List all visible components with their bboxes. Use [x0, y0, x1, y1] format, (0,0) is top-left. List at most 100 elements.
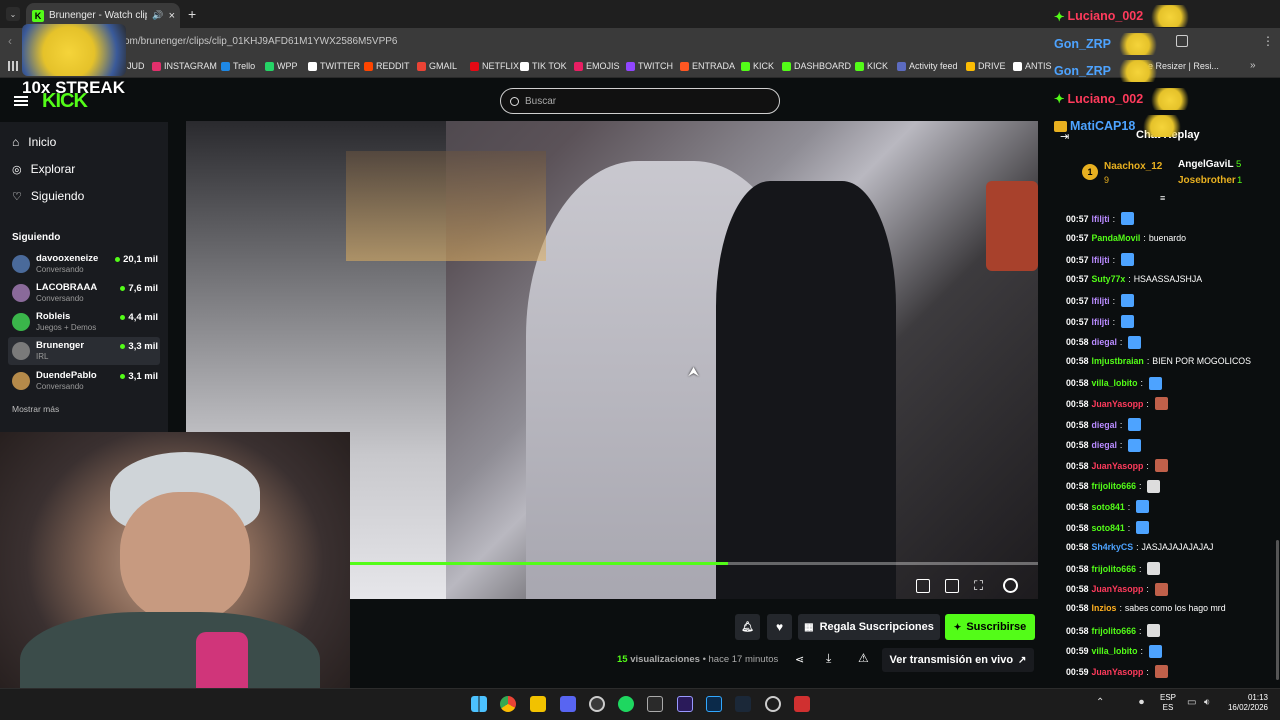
bookmark-item[interactable]: Activity feed [897, 61, 958, 71]
bookmark-item[interactable]: REDDIT [364, 61, 410, 71]
leader-2-name[interactable]: AngelGaviL [1178, 159, 1234, 170]
chat-username[interactable]: JuanYasopp [1092, 667, 1144, 677]
speaker-icon[interactable]: 🔊 [152, 10, 163, 21]
new-tab-button[interactable]: + [188, 6, 196, 22]
bookmarks-overflow-icon[interactable]: » [1250, 60, 1256, 71]
chat-username[interactable]: diegal [1092, 420, 1117, 430]
bookmark-item[interactable]: GMAIL [417, 61, 457, 71]
bookmark-item[interactable]: Trello [221, 61, 255, 71]
chat-username[interactable]: Inzios [1092, 603, 1117, 613]
gift-subs-button[interactable]: ▦ Regala Suscripciones [798, 614, 940, 640]
clip-progress-bar[interactable] [350, 562, 1038, 565]
followed-channel[interactable]: Brunenger IRL 3,3 mil [8, 337, 160, 365]
chat-message: 00:58 soto841: [1066, 521, 1150, 534]
discord-icon[interactable] [560, 696, 576, 712]
volume-icon[interactable]: 🔉︎ [1204, 697, 1210, 708]
chat-username[interactable]: diegal [1092, 337, 1117, 347]
tray-chevron-icon[interactable]: ⌃ [1096, 697, 1104, 708]
obs-icon[interactable] [589, 696, 605, 712]
chat-username[interactable]: soto841 [1092, 502, 1125, 512]
chat-username[interactable]: lfiljti [1092, 317, 1110, 327]
chat-username[interactable]: villa_lobito [1092, 646, 1138, 656]
settings-icon[interactable] [1003, 578, 1018, 593]
fullscreen-icon[interactable]: ⛶ [974, 578, 983, 594]
nav-siguiendo[interactable]: ♡ Siguiendo [12, 189, 84, 203]
followed-channel[interactable]: Robleis Juegos + Demos 4,4 mil [8, 308, 160, 336]
menu-dots-icon[interactable]: ⋮ [1262, 34, 1274, 48]
followed-channel[interactable]: davooxeneize Conversando 20,1 mil [8, 250, 160, 278]
bookmark-item[interactable]: KICK [855, 61, 888, 71]
bookmark-item[interactable]: TIK TOK [520, 61, 567, 71]
chat-username[interactable]: frijolito666 [1092, 481, 1136, 491]
premiere-icon[interactable] [677, 696, 693, 712]
chrome-icon[interactable] [500, 696, 516, 712]
chat-username[interactable]: lfiljti [1092, 255, 1110, 265]
followed-channel[interactable]: LACOBRAAA Conversando 7,6 mil [8, 279, 160, 307]
sync-icon[interactable] [765, 696, 781, 712]
chat-username[interactable]: JuanYasopp [1092, 399, 1144, 409]
spotify-icon[interactable] [618, 696, 634, 712]
url-field[interactable]: om/brunenger/clips/clip_01KHJ9AFD61M1YWX… [124, 36, 397, 47]
app-icon[interactable] [647, 696, 663, 712]
bookmark-item[interactable]: NETFLIX [470, 61, 519, 71]
bookmark-item[interactable]: DASHBOARD [782, 61, 851, 71]
subscribe-button[interactable]: ✦ Suscribirse [945, 614, 1035, 640]
file-explorer-icon[interactable] [530, 696, 546, 712]
chat-username[interactable]: JuanYasopp [1092, 461, 1144, 471]
chat-username[interactable]: lmjustbraian [1092, 356, 1144, 366]
photoshop-icon[interactable] [706, 696, 722, 712]
chat-username[interactable]: soto841 [1092, 523, 1125, 533]
nav-explorar[interactable]: ◎ Explorar [12, 162, 75, 176]
app-red-icon[interactable] [794, 696, 810, 712]
chat-username[interactable]: frijolito666 [1092, 626, 1136, 636]
tray-mic-icon[interactable]: ⏺ [1139, 697, 1144, 708]
download-icon[interactable]: ⤓ [826, 651, 831, 666]
close-tab-icon[interactable]: × [169, 10, 175, 22]
bookmark-item[interactable]: ANTIS [1013, 61, 1052, 71]
chat-username[interactable]: diegal [1092, 440, 1117, 450]
chat-username[interactable]: frijolito666 [1092, 564, 1136, 574]
chat-username[interactable]: lfiljti [1092, 214, 1110, 224]
miniplayer-icon[interactable] [916, 579, 930, 593]
chat-username[interactable]: Suty77x [1092, 274, 1126, 284]
bookmark-item[interactable]: ENTRADA [680, 61, 735, 71]
windows-start-icon[interactable] [471, 696, 487, 712]
clock[interactable]: 01:13 16/02/2026 [1222, 693, 1268, 713]
network-icon[interactable]: ▭ [1187, 697, 1196, 708]
nav-inicio[interactable]: ⌂ Inicio [12, 135, 56, 149]
bookmark-item[interactable]: WPP [265, 61, 298, 71]
extensions-icon[interactable] [1176, 35, 1188, 47]
bookmark-item[interactable]: EMOJIS [574, 61, 620, 71]
bookmark-item[interactable]: TWITCH [626, 61, 673, 71]
report-icon[interactable]: ⚠ [858, 651, 869, 665]
bookmark-item[interactable]: KICK [741, 61, 774, 71]
back-icon[interactable]: ‹ [8, 34, 12, 48]
chat-username[interactable]: PandaMovil [1092, 233, 1141, 243]
bookmark-item[interactable]: TWITTER [308, 61, 360, 71]
notifications-button[interactable]: 🔔︎ [735, 614, 760, 640]
language-indicator[interactable]: ESP ES [1160, 693, 1176, 713]
chat-username[interactable]: Sh4rkyCS [1092, 542, 1134, 552]
chat-username[interactable]: JuanYasopp [1092, 584, 1144, 594]
followed-channel[interactable]: DuendePablo Conversando 3,1 mil [8, 367, 160, 395]
theater-mode-icon[interactable] [945, 579, 959, 593]
bookmark-item[interactable]: INSTAGRAM [152, 61, 217, 71]
watch-live-button[interactable]: Ver transmisión en vivo ↗ [882, 648, 1034, 672]
leaderboard-expand-icon[interactable]: ≡ [1160, 193, 1165, 203]
share-icon[interactable]: ⋖ [795, 653, 804, 666]
minion-emote-small [1140, 115, 1185, 137]
apps-grid-icon[interactable] [8, 61, 18, 71]
chat-scrollbar[interactable] [1276, 540, 1279, 680]
follow-button[interactable]: ♥ [767, 614, 792, 640]
colon: : [1140, 646, 1143, 657]
leader-3-name[interactable]: Josebrother [1178, 175, 1236, 186]
steam-icon[interactable] [735, 696, 751, 712]
show-more-link[interactable]: Mostrar más [12, 404, 59, 414]
chat-username[interactable]: lfiljti [1092, 296, 1110, 306]
search-input[interactable]: Buscar [500, 88, 780, 114]
leader-1-name[interactable]: Naachox_12 [1104, 161, 1162, 172]
tab-search-button[interactable]: ⌄ [6, 7, 20, 21]
chat-username[interactable]: villa_lobito [1092, 378, 1138, 388]
bookmark-item[interactable]: DRIVE [966, 61, 1006, 71]
bookmark-label: ENTRADA [692, 61, 736, 71]
